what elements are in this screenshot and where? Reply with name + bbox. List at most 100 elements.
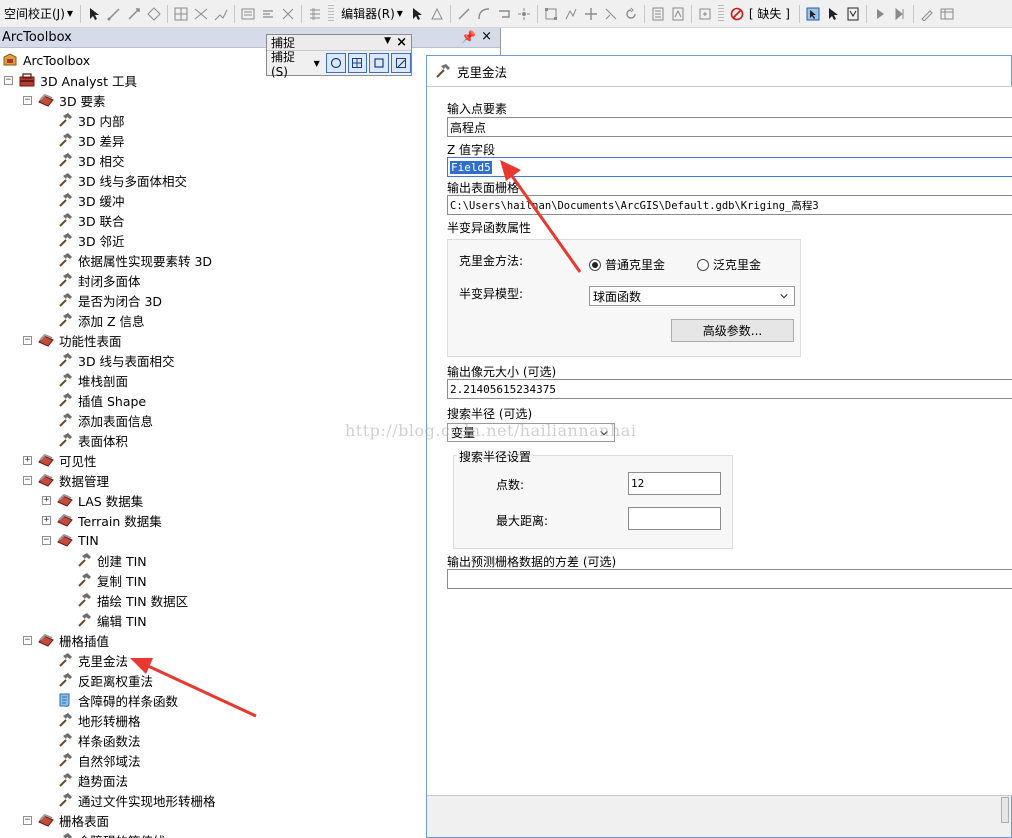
tree-tool[interactable]: 依据属性实现要素转 3D [42, 250, 212, 270]
tree-tool[interactable]: 3D 内部 [42, 110, 125, 130]
edit-text-icon[interactable] [919, 6, 935, 22]
tree-tool[interactable]: 反距离权重法 [42, 670, 153, 690]
view-link-icon[interactable] [193, 6, 209, 22]
expand-icon[interactable]: + [42, 495, 51, 505]
tree-tool[interactable]: 地形转栅格 [42, 710, 141, 730]
expand-icon[interactable]: + [42, 515, 51, 525]
attribute-transfer-icon[interactable] [260, 6, 276, 22]
snapping-toolbar-title[interactable]: 捕捉 ▼ × [267, 35, 411, 51]
toolbar-grip[interactable] [717, 4, 724, 23]
close-icon[interactable]: × [396, 35, 407, 50]
edit-vertices-icon[interactable] [543, 6, 559, 22]
points-field[interactable]: 12 [628, 472, 721, 495]
tree-toolset-raster-surface[interactable]: − 栅格表面 [23, 810, 109, 830]
tree-tool[interactable]: 通过文件实现地形转栅格 [42, 790, 216, 810]
tree-tool[interactable]: 添加 Z 信息 [42, 310, 145, 330]
output-raster-field[interactable]: C:\Users\hailnan\Documents\ArcGIS\Defaul… [447, 195, 1012, 215]
advanced-parameters-button[interactable]: 高级参数... [671, 319, 794, 342]
tree-toolset-data-management[interactable]: − 数据管理 [23, 470, 109, 490]
snapping-menu[interactable]: 捕捉(S) [271, 48, 312, 79]
collapse-icon[interactable]: − [4, 75, 13, 85]
end-snapping-button[interactable] [347, 53, 368, 73]
snap-options-icon[interactable] [307, 6, 323, 22]
edit-annotation-icon[interactable] [429, 6, 445, 22]
search-radius-select[interactable]: 变量 [447, 423, 615, 442]
split-tool-icon[interactable] [603, 6, 619, 22]
expand-icon[interactable]: + [23, 455, 32, 465]
link-table-icon[interactable] [173, 6, 189, 22]
close-icon[interactable]: × [481, 29, 492, 44]
chevron-down-icon[interactable]: ▼ [384, 36, 391, 46]
cut-polygons-icon[interactable] [583, 6, 599, 22]
new-displacement-link-icon[interactable] [106, 6, 122, 22]
trace-icon[interactable] [496, 6, 512, 22]
select-arrow-icon[interactable] [86, 6, 102, 22]
edge-snapping-button[interactable] [391, 53, 411, 73]
collapse-icon[interactable]: − [42, 535, 51, 545]
tree-tool[interactable]: 添加表面信息 [42, 410, 153, 430]
tree-tool[interactable]: 堆栈剖面 [42, 370, 128, 390]
input-features-field[interactable]: 高程点 [447, 117, 1012, 137]
create-features-icon[interactable] [697, 6, 713, 22]
collapse-icon[interactable]: − [23, 475, 32, 485]
tree-tool[interactable]: 编辑 TIN [61, 610, 147, 630]
tree-tool[interactable]: 插值 Shape [42, 390, 146, 410]
select-elements-icon[interactable] [805, 6, 821, 22]
reshape-feature-icon[interactable] [563, 6, 579, 22]
tree-tool-kriging[interactable]: 克里金法 [42, 650, 128, 670]
tree-toolset-raster-interpolation[interactable]: − 栅格插值 [23, 630, 109, 650]
tree-tool[interactable]: 3D 线与多面体相交 [42, 170, 187, 190]
pin-icon[interactable]: 📌 [461, 30, 476, 44]
modify-link-icon[interactable] [126, 6, 142, 22]
rotate-tool-icon[interactable] [623, 6, 639, 22]
ok-button-edge[interactable] [1001, 797, 1009, 823]
attributes-icon[interactable] [650, 6, 666, 22]
tree-tool[interactable]: 封闭多面体 [42, 270, 141, 290]
tree-tool[interactable]: 3D 相交 [42, 150, 125, 170]
collapse-icon[interactable]: − [23, 635, 32, 645]
multi-link-icon[interactable] [146, 6, 162, 22]
new-limited-adjust-icon[interactable] [213, 6, 229, 22]
edit-tool-icon[interactable] [409, 6, 425, 22]
editor-menu[interactable]: 编辑器(R) ▼ [337, 5, 407, 22]
tree-tool[interactable]: 3D 线与表面相交 [42, 350, 175, 370]
tree-tool[interactable]: 3D 差异 [42, 130, 125, 150]
vertex-snapping-button[interactable] [369, 53, 390, 73]
tree-tool[interactable]: 含障碍的等值线 [42, 830, 166, 838]
tree-tool[interactable]: 创建 TIN [61, 550, 147, 570]
tree-tool[interactable]: 表面体积 [42, 430, 128, 450]
tree-tool[interactable]: 趋势面法 [42, 770, 128, 790]
point-icon[interactable] [516, 6, 532, 22]
semivariogram-model-select[interactable]: 球面函数 [589, 286, 795, 306]
dialog-title-bar[interactable]: 克里金法 [427, 56, 1011, 86]
tree-tool[interactable]: 样条函数法 [42, 730, 141, 750]
tree-toolset-3d-features[interactable]: − 3D 要素 [23, 90, 106, 110]
tree-3d-analyst[interactable]: − 3D Analyst 工具 [4, 70, 137, 90]
toolbar-grip[interactable] [328, 4, 335, 23]
play-icon[interactable] [872, 6, 888, 22]
tree-toolset-tin[interactable]: − TIN [42, 530, 99, 550]
layout-pointer-icon[interactable] [825, 6, 841, 22]
table-view-icon[interactable] [939, 6, 955, 22]
max-distance-field[interactable] [628, 507, 721, 530]
z-field-select[interactable]: Field5 [447, 157, 1012, 177]
spatial-adjustment-menu[interactable]: 空间校正(J) ▼ [0, 5, 77, 22]
tree-toolset-functional-surface[interactable]: − 功能性表面 [23, 330, 122, 350]
tree-tool[interactable]: 3D 邻近 [42, 230, 125, 250]
collapse-icon[interactable]: − [23, 95, 32, 105]
dropdown-arrow-icon[interactable]: ▼ [314, 59, 320, 68]
endpoint-arc-icon[interactable] [476, 6, 492, 22]
tree-toolset-terrain[interactable]: + Terrain 数据集 [42, 510, 162, 530]
straight-segment-icon[interactable] [456, 6, 472, 22]
ordinary-kriging-radio[interactable]: 普通克里金 [589, 256, 665, 273]
sketch-properties-icon[interactable] [670, 6, 686, 22]
tree-tool[interactable]: 含障碍的样条函数 [42, 690, 178, 710]
tree-tool[interactable]: 3D 联合 [42, 210, 125, 230]
list-icon[interactable] [240, 6, 256, 22]
universal-kriging-radio[interactable]: 泛克里金 [697, 256, 761, 273]
tree-toolset-visibility[interactable]: + 可见性 [23, 450, 97, 470]
collapse-icon[interactable]: − [23, 815, 32, 825]
tree-tool[interactable]: 3D 缓冲 [42, 190, 125, 210]
point-snapping-button[interactable] [325, 53, 346, 73]
cell-size-field[interactable]: 2.21405615234375 [447, 379, 1012, 399]
